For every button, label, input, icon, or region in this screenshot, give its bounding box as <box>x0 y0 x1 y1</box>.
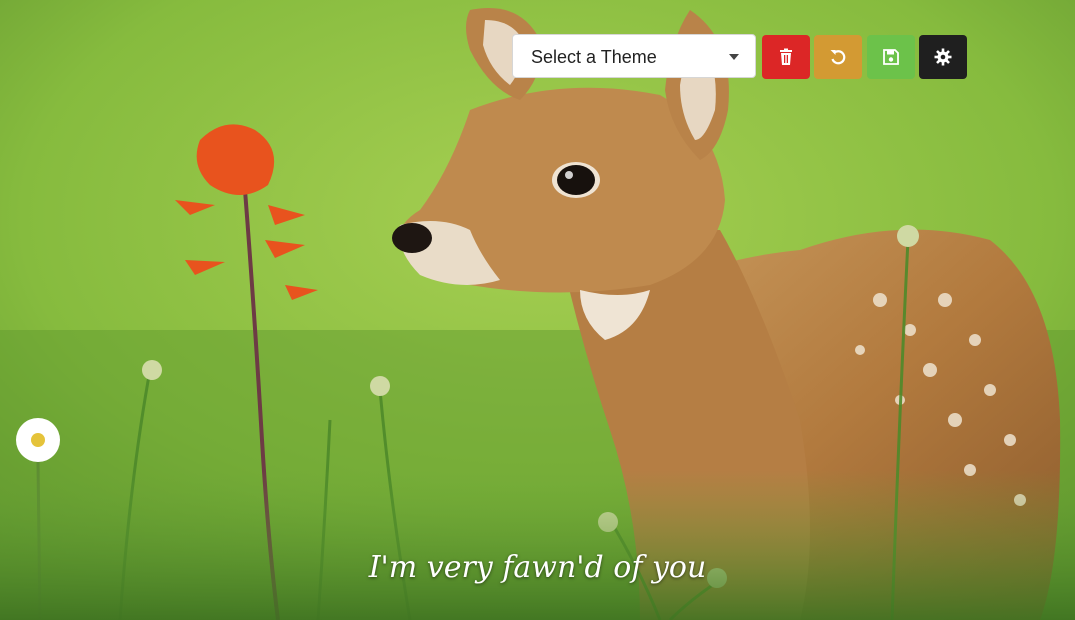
undo-icon <box>830 50 846 65</box>
delete-button[interactable] <box>762 35 810 79</box>
reset-button[interactable] <box>814 35 862 79</box>
theme-select[interactable]: Select a Theme <box>512 34 756 78</box>
save-icon <box>883 49 899 65</box>
caption-text: I'm very fawn'd of you <box>368 550 707 585</box>
gear-icon <box>934 48 952 66</box>
background-photo <box>0 0 1075 620</box>
caret-down-icon <box>729 54 739 60</box>
trash-icon <box>780 48 792 65</box>
app-stage: Select a Theme I'm very fawn'd of you <box>0 0 1075 620</box>
save-button[interactable] <box>867 35 915 79</box>
theme-select-label: Select a Theme <box>531 47 657 67</box>
settings-button[interactable] <box>919 35 967 79</box>
